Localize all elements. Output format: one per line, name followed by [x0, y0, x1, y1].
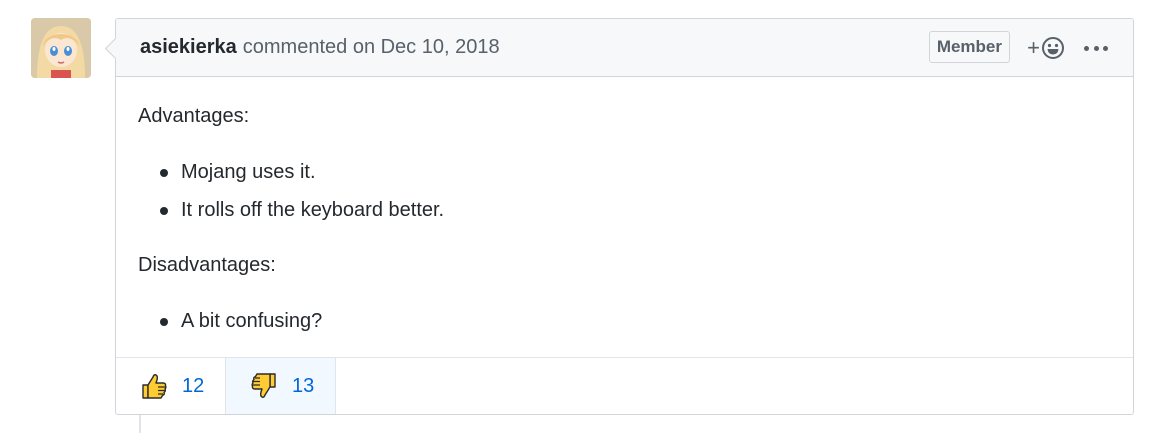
- smiley-icon: [1041, 37, 1064, 59]
- comment-box: asiekierka commented on Dec 10, 2018 Mem…: [104, 18, 1134, 415]
- advantages-list: Mojang uses it. It rolls off the keyboar…: [160, 157, 444, 233]
- thumbs-down-reaction-button[interactable]: 13: [226, 358, 336, 414]
- plus-icon: +: [1027, 35, 1040, 60]
- comment-timestamp[interactable]: commented on Dec 10, 2018: [243, 36, 500, 59]
- list-item: Mojang uses it.: [160, 157, 444, 195]
- kebab-dot-icon: [1084, 45, 1089, 51]
- reaction-count: 13: [292, 374, 315, 397]
- kebab-dot-icon: [1093, 45, 1099, 51]
- avatar-image: [31, 18, 91, 78]
- reaction-count: 12: [182, 374, 205, 397]
- reactions-bar: 12 13: [116, 357, 1133, 414]
- disadvantages-heading: Disadvantages:: [138, 254, 276, 276]
- list-item: It rolls off the keyboard better.: [160, 195, 444, 233]
- add-reaction-button[interactable]: +: [1025, 35, 1067, 61]
- member-badge: Member: [928, 31, 1010, 63]
- thumbs-up-reaction-button[interactable]: 12: [116, 358, 226, 414]
- timeline-connector: [139, 414, 141, 433]
- kebab-dot-icon: [1103, 45, 1108, 51]
- author-link[interactable]: asiekierka: [140, 36, 237, 59]
- advantages-heading: Advantages:: [138, 105, 250, 127]
- comment-header: asiekierka commented on Dec 10, 2018 Mem…: [116, 19, 1133, 77]
- thumbs-down-icon: [251, 373, 276, 398]
- comment-body: Advantages: Mojang uses it. It rolls off…: [116, 77, 1133, 357]
- more-options-button[interactable]: [1084, 37, 1108, 59]
- thumbs-up-icon: [142, 374, 167, 399]
- list-item: A bit confusing?: [160, 306, 322, 344]
- disadvantages-list: A bit confusing?: [160, 306, 322, 344]
- avatar[interactable]: [31, 18, 91, 78]
